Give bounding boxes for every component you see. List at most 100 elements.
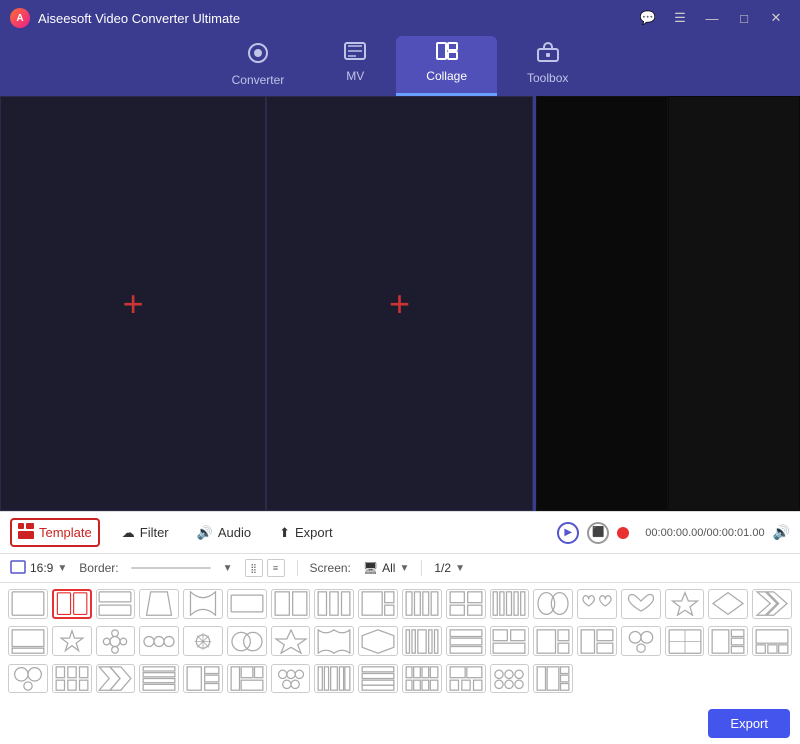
screen-value: All: [382, 561, 395, 575]
app-logo: A: [10, 8, 30, 28]
screen-selector[interactable]: 🖥 All ▼: [363, 561, 409, 575]
template-wave-pair[interactable]: [314, 626, 354, 656]
template-curved[interactable]: [183, 589, 223, 619]
tab-toolbox[interactable]: Toolbox: [497, 36, 598, 96]
screen-arrow: ▼: [399, 563, 409, 574]
template-grid-icon: [18, 523, 34, 542]
template-4row-strips[interactable]: [358, 664, 398, 694]
template-grid: [0, 583, 800, 703]
template-4rows[interactable]: [139, 664, 179, 694]
preview-pane-2: [668, 96, 800, 511]
template-5-vertical[interactable]: [314, 664, 354, 694]
template-2col-selected[interactable]: [52, 589, 92, 619]
template-3row-equal[interactable]: [446, 626, 486, 656]
template-cross[interactable]: [446, 589, 486, 619]
grid-dots-button[interactable]: ⣿: [245, 559, 263, 577]
template-star[interactable]: [665, 589, 705, 619]
collage-icon: [436, 42, 458, 66]
title-bar-controls[interactable]: 💬 ☰ — □ ✕: [634, 8, 790, 28]
border-line-slider[interactable]: [131, 567, 211, 569]
template-3plus2-mix[interactable]: [227, 664, 267, 694]
template-star2[interactable]: [52, 626, 92, 656]
export-button[interactable]: Export: [708, 709, 790, 738]
play-button[interactable]: ▶: [557, 522, 579, 544]
tab-export[interactable]: ⬆ Export: [273, 522, 338, 544]
template-single[interactable]: [8, 589, 48, 619]
template-4col[interactable]: [402, 589, 442, 619]
template-dots-pattern[interactable]: [271, 664, 311, 694]
template-arrow-shapes[interactable]: [358, 626, 398, 656]
bottom-tab-bar: Template ☁ Filter 🔊 Audio ⬆ Export ▶ ⬛ 0…: [0, 512, 800, 554]
app-title: Aiseesoft Video Converter Ultimate: [38, 11, 240, 26]
add-icon-right: +: [389, 286, 410, 322]
ratio-selector[interactable]: 16:9 ▼: [10, 560, 67, 577]
template-wide-bottom[interactable]: [752, 626, 792, 656]
volume-icon[interactable]: 🔊: [773, 524, 790, 541]
template-3col[interactable]: [314, 589, 354, 619]
template-dots2[interactable]: [621, 626, 661, 656]
template-big-2right[interactable]: [533, 626, 573, 656]
monitor-icon: 🖥: [363, 561, 378, 575]
template-star3[interactable]: [271, 626, 311, 656]
time-display: 00:00:00.00/00:00:01.00: [645, 527, 764, 539]
template-big-small-right[interactable]: [358, 589, 398, 619]
grid-lines-button[interactable]: ≡: [267, 559, 285, 577]
border-label: Border:: [79, 561, 118, 575]
preview-area: [536, 96, 800, 511]
template-dots3[interactable]: [490, 664, 530, 694]
video-panels: + +: [0, 96, 800, 511]
tab-collage[interactable]: Collage: [396, 36, 497, 96]
grid-icon-group: ⣿ ≡: [245, 559, 285, 577]
template-oval-pair[interactable]: [533, 589, 573, 619]
tab-template[interactable]: Template: [10, 518, 100, 547]
bottom-tabs: Template ☁ Filter 🔊 Audio ⬆ Export: [10, 518, 541, 547]
template-flower[interactable]: [96, 626, 136, 656]
template-snowflake[interactable]: [183, 626, 223, 656]
template-mixed5[interactable]: [446, 664, 486, 694]
minimize-button[interactable]: —: [698, 8, 726, 28]
template-double-plus[interactable]: [665, 626, 705, 656]
template-circles3[interactable]: [8, 664, 48, 694]
chat-button[interactable]: 💬: [634, 8, 662, 28]
tab-mv[interactable]: MV: [314, 36, 396, 96]
template-4x2-grid[interactable]: [402, 664, 442, 694]
main-area: + +: [0, 96, 800, 511]
template-two-circles[interactable]: [227, 626, 267, 656]
tab-converter[interactable]: Converter: [202, 36, 315, 96]
template-3x3[interactable]: [52, 664, 92, 694]
page-arrow[interactable]: ▼: [455, 563, 465, 574]
video-panel-left[interactable]: +: [0, 96, 266, 511]
template-banner-bottom[interactable]: [8, 626, 48, 656]
title-bar-left: A Aiseesoft Video Converter Ultimate: [10, 8, 240, 28]
template-arrows-right[interactable]: [96, 664, 136, 694]
template-5panels[interactable]: [402, 626, 442, 656]
template-5col[interactable]: [490, 589, 530, 619]
border-arrow[interactable]: ▼: [223, 563, 233, 574]
page-info: 1/2 ▼: [434, 561, 465, 575]
video-panel-right[interactable]: +: [266, 96, 532, 511]
tab-audio[interactable]: 🔊 Audio: [191, 522, 257, 544]
template-5panel-mix[interactable]: [533, 664, 573, 694]
template-2plus3rows[interactable]: [183, 664, 223, 694]
template-wide[interactable]: [227, 589, 267, 619]
nav-tabs: Converter MV Collage Toolb: [0, 36, 800, 96]
template-trapezoid[interactable]: [139, 589, 179, 619]
template-2col-eq[interactable]: [271, 589, 311, 619]
divider-v: [297, 560, 298, 576]
close-button[interactable]: ✕: [762, 8, 790, 28]
template-2x2-wide[interactable]: [490, 626, 530, 656]
template-diamond[interactable]: [708, 589, 748, 619]
screen-label: Screen:: [310, 561, 351, 575]
template-scattered[interactable]: [577, 626, 617, 656]
tab-filter[interactable]: ☁ Filter: [116, 522, 175, 544]
template-heart-outline[interactable]: [621, 589, 661, 619]
stop-button[interactable]: ⬛: [587, 522, 609, 544]
menu-button[interactable]: ☰: [666, 8, 694, 28]
maximize-button[interactable]: □: [730, 8, 758, 28]
template-left-big-right3[interactable]: [708, 626, 748, 656]
filter-icon: ☁: [122, 525, 135, 541]
template-heart-pair[interactable]: [577, 589, 617, 619]
template-chevron-double[interactable]: [752, 589, 792, 619]
template-circles-row[interactable]: [139, 626, 179, 656]
template-2row[interactable]: [96, 589, 136, 619]
